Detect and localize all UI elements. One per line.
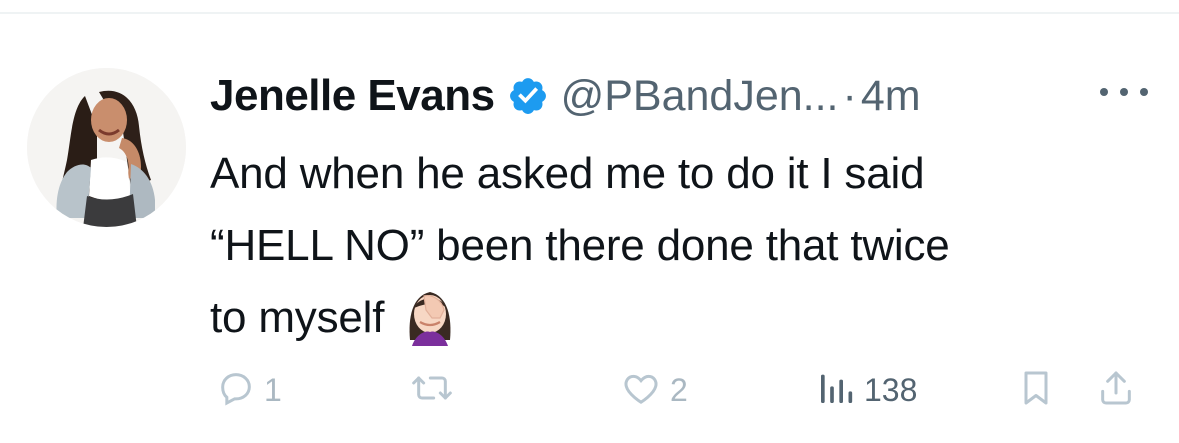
like-button[interactable]: 2 [620, 362, 688, 418]
tweet-text-line: And when he asked me to do it I said [210, 149, 925, 198]
tweet-text-line: “HELL NO” been there done that twice [210, 221, 950, 270]
views-button[interactable]: 138 [816, 362, 917, 418]
author-handle[interactable]: @PBandJen... [561, 72, 839, 121]
heart-icon [620, 368, 662, 413]
view-count: 138 [864, 371, 918, 408]
tweet-text-line-last: to myself [210, 282, 1160, 354]
tweet-header: Jenelle Evans @PBandJen... · 4m [210, 64, 921, 128]
retweet-button[interactable] [410, 362, 462, 418]
reply-icon [216, 368, 256, 413]
tweet-text: And when he asked me to do it I said “HE… [210, 138, 1160, 354]
bookmark-icon [1016, 367, 1056, 414]
avatar[interactable] [27, 68, 186, 227]
bookmark-button[interactable] [1016, 362, 1056, 418]
timestamp[interactable]: 4m [861, 72, 921, 121]
top-divider [0, 12, 1179, 14]
verified-badge-icon [507, 75, 549, 117]
more-options-icon[interactable] [1100, 80, 1148, 104]
separator-dot: · [842, 71, 857, 120]
share-icon [1096, 367, 1136, 414]
reply-button[interactable]: 1 [216, 362, 282, 418]
tweet-text-line: to myself [210, 293, 385, 342]
tweet-actions: 1 2 138 [210, 362, 1150, 418]
reply-count: 1 [264, 371, 282, 408]
share-button[interactable] [1096, 362, 1136, 418]
retweet-icon [410, 368, 454, 413]
avatar-image [27, 68, 186, 227]
like-count: 2 [670, 371, 688, 408]
views-bar-chart-icon [816, 367, 856, 414]
author-name[interactable]: Jenelle Evans [210, 71, 495, 121]
woman-facepalming-icon [398, 282, 462, 346]
